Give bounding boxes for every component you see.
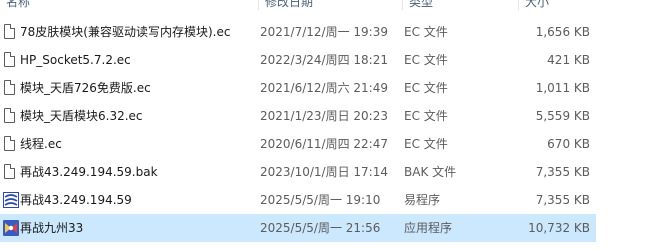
file-size: 1,656 KB xyxy=(535,25,590,39)
file-type: EC 文件 xyxy=(404,137,448,151)
file-name: 再战43.249.194.59.bak xyxy=(20,165,158,179)
file-type: 易程序 xyxy=(404,193,441,207)
file-name: 模块_天盾模块6.32.ec xyxy=(20,109,143,123)
file-name: 78皮肤模块(兼容驱动读写内存模块).ec xyxy=(20,25,231,39)
file-date: 2021/1/23/周日 20:23 xyxy=(260,109,388,123)
column-header: 名称 修改日期 类型 大小 xyxy=(0,0,663,14)
column-header-size[interactable]: 大小 xyxy=(518,0,598,10)
file-type: EC 文件 xyxy=(404,53,448,67)
file-type: EC 文件 xyxy=(404,25,448,39)
file-date: 2021/7/12/周一 19:39 xyxy=(260,25,388,39)
file-icon xyxy=(2,102,18,130)
file-icon xyxy=(2,46,18,74)
file-row[interactable]: 再战43.249.194.59 2025/5/5/周一 19:10 易程序 7,… xyxy=(0,186,596,214)
file-list: 78皮肤模块(兼容驱动读写内存模块).ec 2021/7/12/周一 19:39… xyxy=(0,18,663,242)
file-name: 再战43.249.194.59 xyxy=(20,193,132,207)
e-program-icon xyxy=(2,186,19,214)
file-date: 2021/6/12/周六 21:49 xyxy=(260,81,388,95)
file-icon xyxy=(2,158,18,186)
file-row[interactable]: 78皮肤模块(兼容驱动读写内存模块).ec 2021/7/12/周一 19:39… xyxy=(0,18,596,46)
file-row[interactable]: 再战43.249.194.59.bak 2023/10/1/周日 17:14 B… xyxy=(0,158,596,186)
file-size: 670 KB xyxy=(547,137,590,151)
column-header-type[interactable]: 类型 xyxy=(402,0,518,10)
file-type: 应用程序 xyxy=(404,221,453,235)
file-row[interactable]: 线程.ec 2020/6/11/周四 22:47 EC 文件 670 KB xyxy=(0,130,596,158)
file-date: 2020/6/11/周四 22:47 xyxy=(260,137,388,151)
file-date: 2023/10/1/周日 17:14 xyxy=(260,165,388,179)
file-size: 5,559 KB xyxy=(535,109,590,123)
file-icon xyxy=(2,74,18,102)
file-date: 2025/5/5/周一 21:56 xyxy=(260,221,381,235)
file-date: 2022/3/24/周四 18:21 xyxy=(260,53,388,67)
file-row[interactable]: HP_Socket5.7.2.ec 2022/3/24/周四 18:21 EC … xyxy=(0,46,596,74)
column-header-date[interactable]: 修改日期 xyxy=(258,0,402,10)
file-icon xyxy=(2,130,18,158)
file-icon xyxy=(2,18,18,46)
file-type: EC 文件 xyxy=(404,81,448,95)
file-type: EC 文件 xyxy=(404,109,448,123)
file-name: HP_Socket5.7.2.ec xyxy=(20,53,131,67)
file-size: 10,732 KB xyxy=(528,221,590,235)
file-row[interactable]: 模块_天盾726免费版.ec 2021/6/12/周六 21:49 EC 文件 … xyxy=(0,74,596,102)
file-size: 1,011 KB xyxy=(535,81,590,95)
file-size: 7,355 KB xyxy=(535,193,590,207)
column-header-name[interactable]: 名称 xyxy=(0,0,258,10)
file-row[interactable]: 模块_天盾模块6.32.ec 2021/1/23/周日 20:23 EC 文件 … xyxy=(0,102,596,130)
application-icon xyxy=(2,214,19,242)
file-size: 421 KB xyxy=(547,53,590,67)
file-name: 模块_天盾726免费版.ec xyxy=(20,81,151,95)
file-type: BAK 文件 xyxy=(404,165,457,179)
file-row-selected[interactable]: 再战九州33 2025/5/5/周一 21:56 应用程序 10,732 KB xyxy=(0,214,596,242)
file-date: 2025/5/5/周一 19:10 xyxy=(260,193,381,207)
file-name: 再战九州33 xyxy=(20,221,84,235)
file-name: 线程.ec xyxy=(20,137,62,151)
file-size: 7,355 KB xyxy=(535,165,590,179)
